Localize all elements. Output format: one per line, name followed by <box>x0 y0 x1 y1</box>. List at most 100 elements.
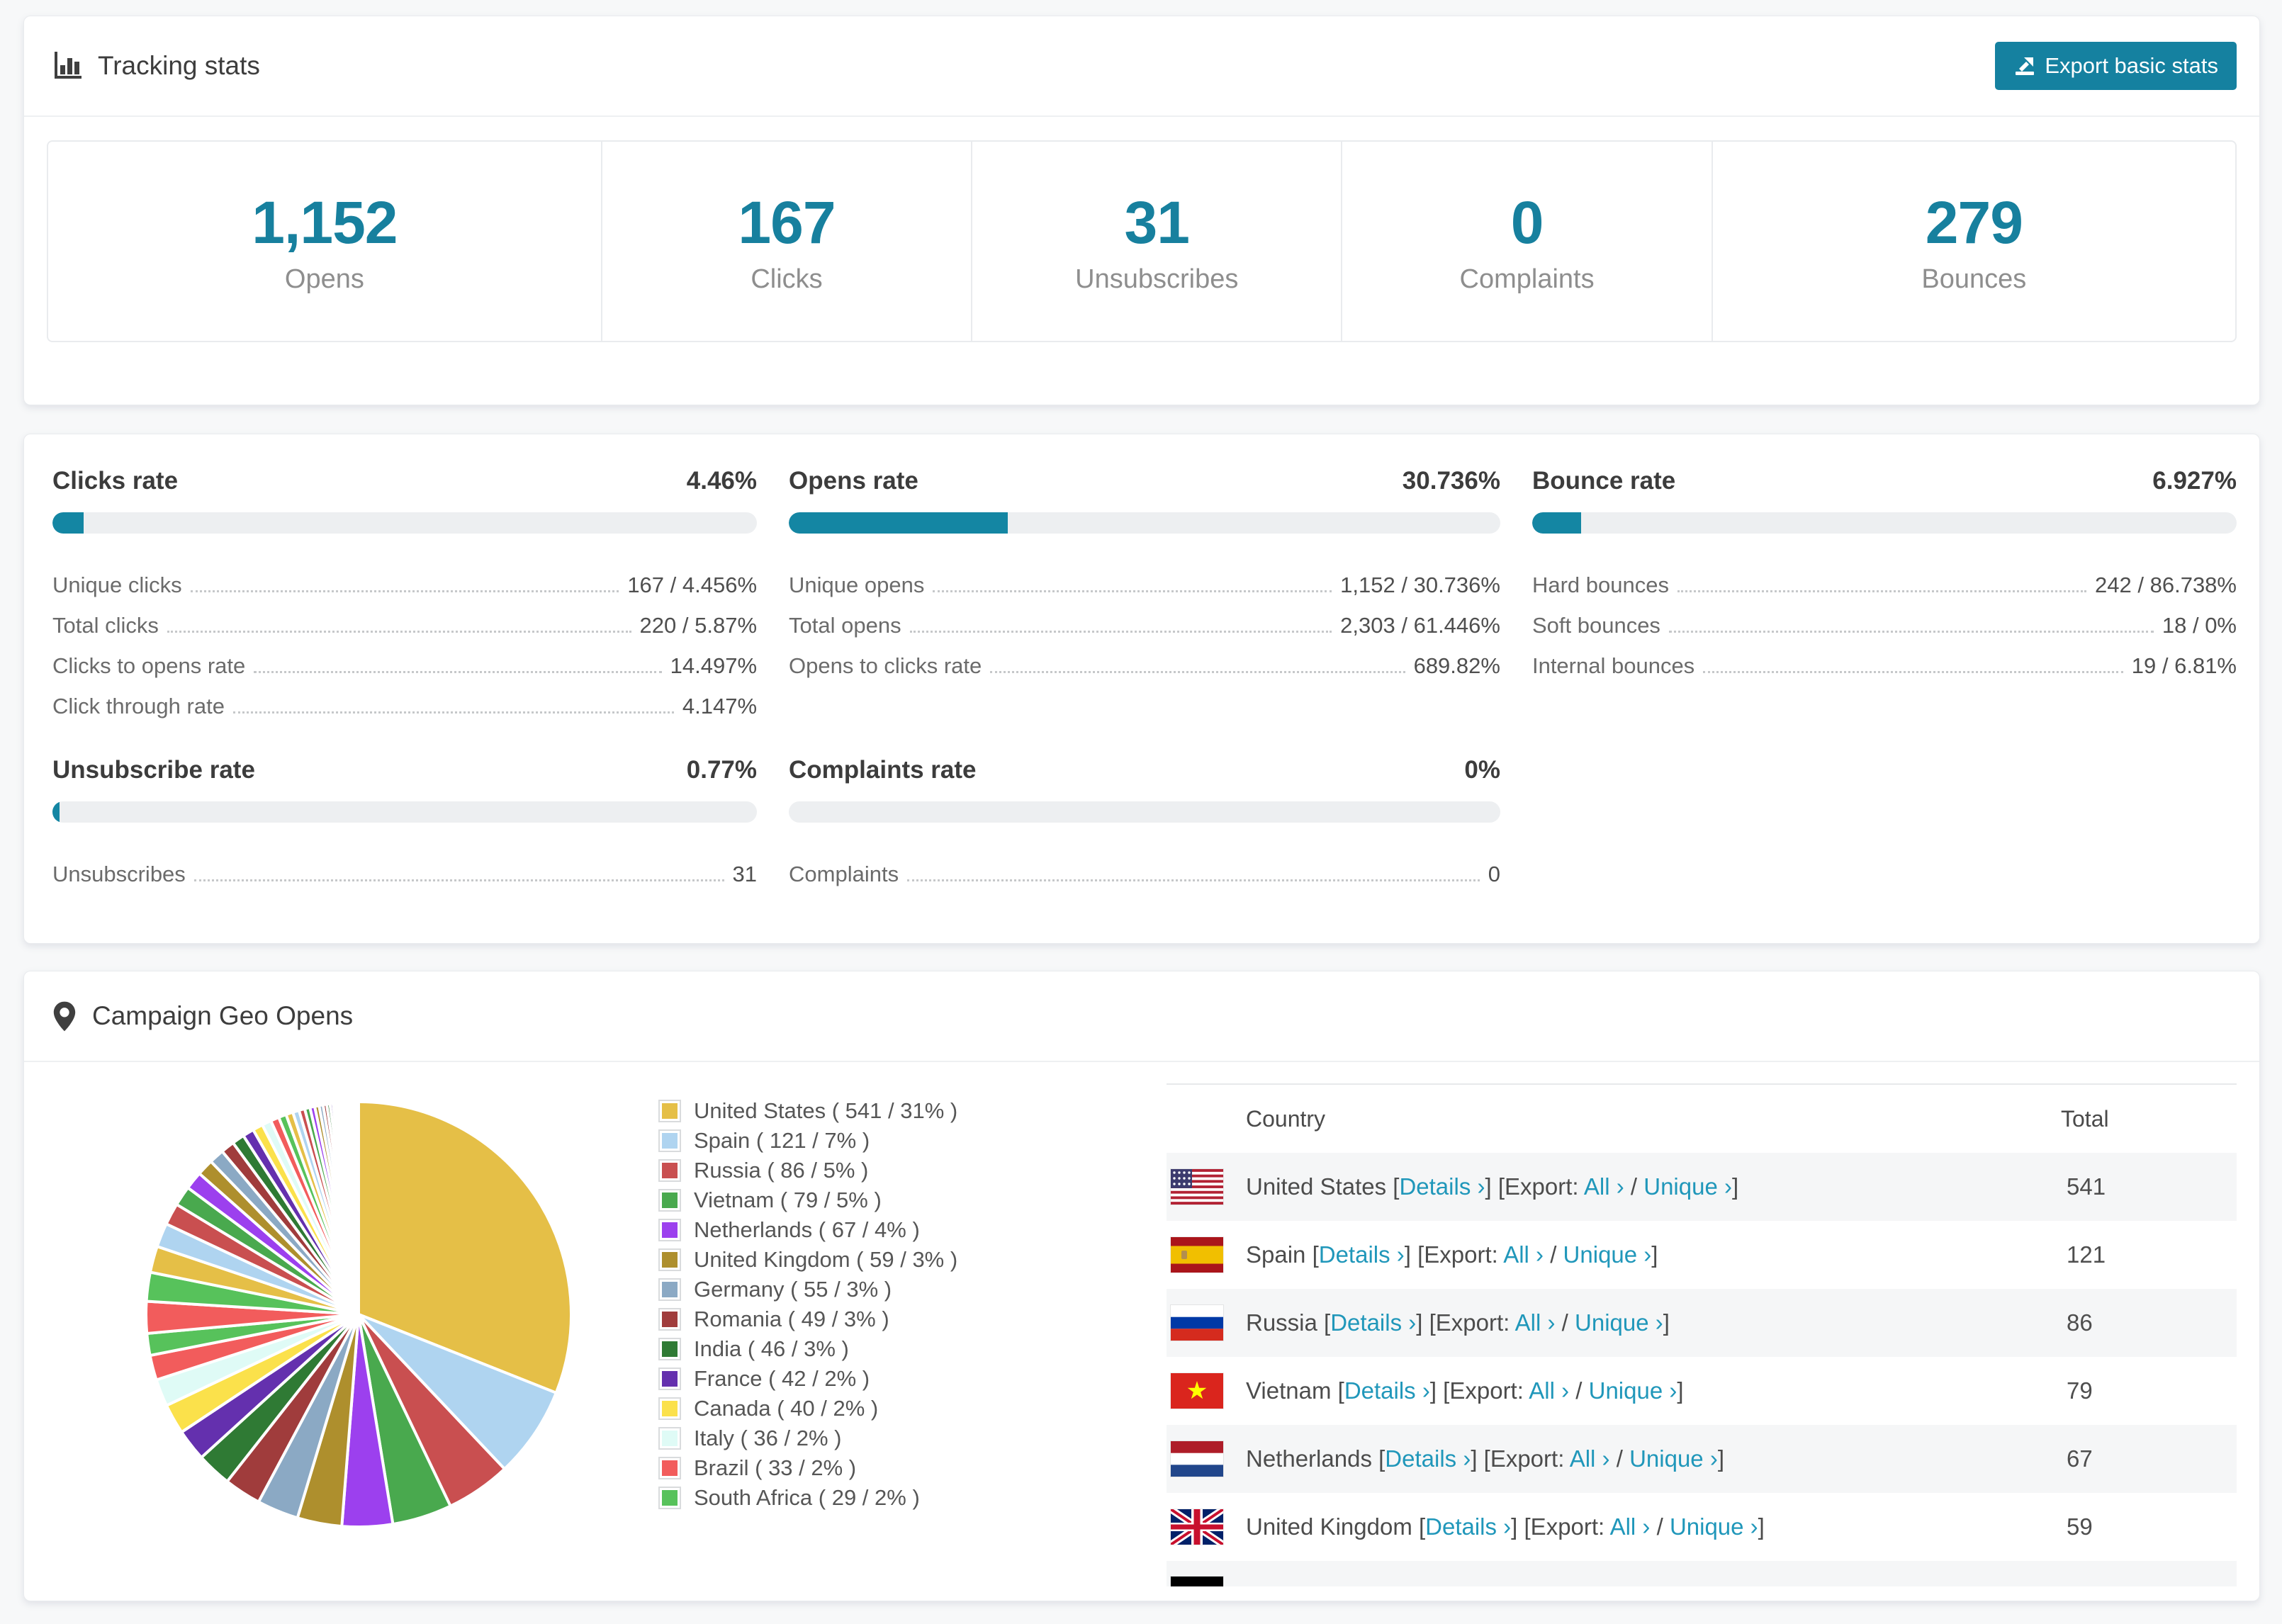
stat-value: 689.82% <box>1413 653 1500 678</box>
summary-value-complaints: 0 <box>1510 188 1544 256</box>
legend-label: Netherlands ( 67 / 4% ) <box>694 1217 920 1242</box>
rate-progress-track <box>52 512 758 534</box>
export-all-link-netherlands[interactable]: All › <box>1570 1445 1610 1472</box>
flag-icon-vn <box>1171 1373 1223 1409</box>
tracking-stats-header: Tracking stats Export basic stats <box>24 16 2259 117</box>
legend-label: Spain ( 121 / 7% ) <box>694 1128 870 1153</box>
legend-item-india[interactable]: India ( 46 / 3% ) <box>658 1334 957 1364</box>
export-all-link-vietnam[interactable]: All › <box>1529 1377 1569 1404</box>
legend-item-france[interactable]: France ( 42 / 2% ) <box>658 1364 957 1394</box>
export-unique-link-spain[interactable]: Unique › <box>1563 1241 1652 1268</box>
rate-progress-fill <box>52 801 60 823</box>
export-unique-link-russia[interactable]: Unique › <box>1575 1309 1663 1336</box>
dotted-leader <box>909 631 1332 633</box>
stat-value: 14.497% <box>670 653 758 678</box>
geo-table: Country Total United States [Details ›] … <box>1167 1083 2237 1586</box>
export-all-link-united-states[interactable]: All › <box>1584 1173 1624 1200</box>
stat-value: 4.147% <box>682 694 758 718</box>
rate-progress-fill <box>1531 512 1581 534</box>
export-unique-link-vietnam[interactable]: Unique › <box>1589 1377 1677 1404</box>
export-unique-link-united-states[interactable]: Unique › <box>1643 1173 1732 1200</box>
country-cell: United States [Details ›] [Export: All ›… <box>1246 1173 1739 1200</box>
legend-item-romania[interactable]: Romania ( 49 / 3% ) <box>658 1304 957 1334</box>
rate-title: Clicks rate <box>52 467 179 495</box>
country-cell: United Kingdom [Details ›] [Export: All … <box>1246 1513 1765 1540</box>
stat-row-opens-to-clicks-rate: Opens to clicks rate 689.82% <box>789 638 1500 679</box>
details-link-united-states[interactable]: Details › <box>1399 1173 1485 1200</box>
summary-cell-clicks: 167 Clicks <box>602 142 973 341</box>
summary-label-clicks: Clicks <box>751 264 823 294</box>
stat-value: 0 <box>1488 862 1500 886</box>
legend-item-spain[interactable]: Spain ( 121 / 7% ) <box>658 1126 957 1156</box>
legend-label: Romania ( 49 / 3% ) <box>694 1307 889 1331</box>
dotted-leader <box>1677 590 2087 592</box>
stat-value: 167 / 4.456% <box>627 573 758 597</box>
export-all-link-russia[interactable]: All › <box>1515 1309 1556 1336</box>
flag-icon-us <box>1171 1169 1223 1205</box>
export-all-link-united-kingdom[interactable]: All › <box>1610 1513 1651 1540</box>
details-link-russia[interactable]: Details › <box>1330 1309 1416 1336</box>
export-basic-stats-label: Export basic stats <box>2045 53 2218 78</box>
rate-value: 30.736% <box>1402 467 1500 495</box>
geo-header: Campaign Geo Opens <box>24 971 2259 1062</box>
legend-item-netherlands[interactable]: Netherlands ( 67 / 4% ) <box>658 1215 957 1245</box>
export-unique-link-united-kingdom[interactable]: Unique › <box>1670 1513 1758 1540</box>
legend-item-canada[interactable]: Canada ( 40 / 2% ) <box>658 1394 957 1423</box>
stat-row-unsubscribes: Unsubscribes 31 <box>52 847 757 887</box>
geo-title: Campaign Geo Opens <box>92 1001 354 1030</box>
dotted-leader <box>167 631 631 633</box>
rate-value: 0.77% <box>686 756 758 784</box>
legend-label: United Kingdom ( 59 / 3% ) <box>694 1247 958 1272</box>
legend-item-vietnam[interactable]: Vietnam ( 79 / 5% ) <box>658 1185 957 1215</box>
stat-value: 31 <box>732 862 758 886</box>
stat-label: Click through rate <box>52 694 225 718</box>
details-link-united-kingdom[interactable]: Details › <box>1425 1513 1511 1540</box>
legend-label: South Africa ( 29 / 2% ) <box>694 1485 920 1510</box>
total-cell: 541 <box>2067 1173 2106 1200</box>
legend-item-united-kingdom[interactable]: United Kingdom ( 59 / 3% ) <box>658 1245 957 1275</box>
legend-item-russia[interactable]: Russia ( 86 / 5% ) <box>658 1156 957 1185</box>
table-row-partial <box>1167 1561 2237 1586</box>
flag-icon-nl <box>1171 1441 1223 1477</box>
flag-icon-es <box>1171 1237 1223 1273</box>
rate-block-clicks: Clicks rate 4.46% Unique clicks 167 / 4.456… <box>52 467 758 719</box>
rate-title: Opens rate <box>789 467 918 495</box>
summary-label-opens: Opens <box>284 264 364 294</box>
stat-value: 1,152 / 30.736% <box>1340 573 1500 597</box>
stat-row-total-clicks: Total clicks 220 / 5.87% <box>52 598 757 638</box>
export-unique-link-netherlands[interactable]: Unique › <box>1629 1445 1718 1472</box>
flag-icon-gb <box>1169 1506 1225 1548</box>
summary-value-bounces: 279 <box>1925 188 2023 256</box>
legend-label: United States ( 541 / 31% ) <box>694 1098 958 1123</box>
total-cell: 67 <box>2067 1445 2093 1472</box>
table-row-spain: Spain [Details ›] [Export: All › / Uniqu… <box>1167 1221 2237 1289</box>
rate-progress-track <box>52 801 758 823</box>
legend-item-italy[interactable]: Italy ( 36 / 2% ) <box>658 1423 957 1453</box>
details-link-netherlands[interactable]: Details › <box>1385 1445 1471 1472</box>
details-link-vietnam[interactable]: Details › <box>1344 1377 1430 1404</box>
export-icon <box>2013 55 2036 77</box>
geo-table-body: United States [Details ›] [Export: All ›… <box>1167 1153 2237 1586</box>
pie-slice-other-43[interactable] <box>356 1100 360 1315</box>
export-basic-stats-button[interactable]: Export basic stats <box>1995 42 2237 90</box>
dotted-leader <box>990 671 1405 673</box>
summary-row: 1,152 Opens 167 Clicks 31 Unsubscribes 0 Compla… <box>47 140 2237 342</box>
legend-item-south-africa[interactable]: South Africa ( 29 / 2% ) <box>658 1483 957 1513</box>
total-cell: 121 <box>2067 1241 2106 1268</box>
legend-swatch <box>658 1487 681 1509</box>
dotted-leader <box>193 879 724 881</box>
stat-value: 220 / 5.87% <box>639 613 758 638</box>
page: { "colors": { "accent": "#17809E", "butt… <box>0 0 2282 1624</box>
rate-progress-track <box>789 801 1500 823</box>
details-link-spain[interactable]: Details › <box>1319 1241 1405 1268</box>
stat-row-soft-bounces: Soft bounces 18 / 0% <box>1532 598 2237 638</box>
export-all-link-spain[interactable]: All › <box>1503 1241 1544 1268</box>
legend-item-germany[interactable]: Germany ( 55 / 3% ) <box>658 1275 957 1304</box>
summary-label-unsubscribes: Unsubscribes <box>1075 264 1239 294</box>
legend-item-united-states[interactable]: United States ( 541 / 31% ) <box>658 1096 957 1126</box>
rate-block-opens: Opens rate 30.736% Unique opens 1,152 / 30.… <box>789 467 1500 719</box>
legend-item-brazil[interactable]: Brazil ( 33 / 2% ) <box>658 1453 957 1483</box>
stat-label: Soft bounces <box>1531 613 1660 638</box>
country-cell: Vietnam [Details ›] [Export: All › / Uni… <box>1246 1377 1684 1404</box>
stat-value: 242 / 86.738% <box>2095 573 2237 597</box>
